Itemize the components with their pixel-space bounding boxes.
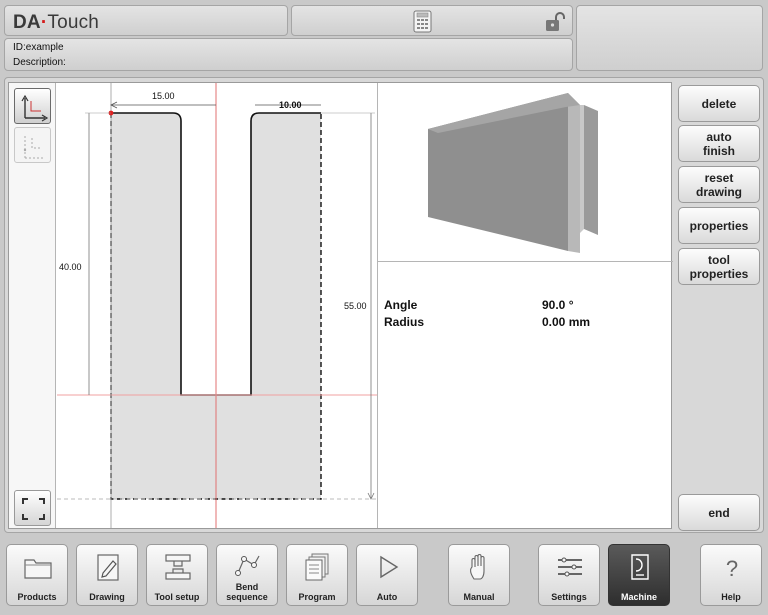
bend-sequence-icon: [235, 555, 260, 576]
status-panel: [291, 5, 573, 36]
dotted-axes-icon: [23, 136, 45, 159]
delete-button[interactable]: delete: [678, 85, 760, 122]
unlocked-padlock-icon[interactable]: [545, 12, 565, 32]
info-panel: [576, 5, 763, 71]
radius-value[interactable]: 0.00 mm: [542, 315, 590, 329]
auto-finish-button[interactable]: auto finish: [678, 125, 760, 162]
bottom-navigation: Products Drawing Tool setup Bend sequenc…: [0, 538, 768, 615]
product-id: ID:example: [13, 42, 64, 53]
origin-tool-button[interactable]: [14, 88, 51, 124]
dim-label-right[interactable]: 55.00: [344, 301, 367, 311]
properties-button[interactable]: properties: [678, 207, 760, 244]
tool-properties-button[interactable]: tool properties: [678, 248, 760, 285]
nav-program-button[interactable]: Program: [286, 544, 348, 606]
origin-axes-icon: [21, 94, 49, 122]
nav-settings-button[interactable]: Settings: [538, 544, 600, 606]
hand-icon: [470, 554, 485, 580]
relative-origin-tool-button[interactable]: [14, 127, 51, 163]
properties-panel: Angle 90.0 ° Radius 0.00 mm: [377, 261, 673, 528]
play-icon: [380, 555, 399, 579]
drawing-pencil-icon: [97, 554, 119, 581]
nav-machine-button[interactable]: Machine: [608, 544, 670, 606]
angle-value[interactable]: 90.0 °: [542, 298, 574, 312]
nav-bend-sequence-button[interactable]: Bend sequence: [216, 544, 278, 606]
end-button[interactable]: end: [678, 494, 760, 531]
dim-label-top-left[interactable]: 15.00: [152, 91, 175, 101]
dim-label-top-right[interactable]: 10.00: [279, 100, 302, 110]
nav-auto-button[interactable]: Auto: [356, 544, 418, 606]
drawing-tools-strip: [9, 83, 56, 528]
program-pages-icon: [305, 553, 329, 581]
nav-products-button[interactable]: Products: [6, 544, 68, 606]
settings-list-icon: [558, 557, 582, 577]
radius-label: Radius: [384, 315, 425, 329]
logo-panel: DA·Touch: [4, 5, 288, 36]
svg-text:?: ?: [726, 556, 738, 581]
reset-drawing-button[interactable]: reset drawing: [678, 166, 760, 203]
calculator-icon[interactable]: [413, 10, 432, 33]
help-question-icon: ?: [726, 556, 738, 581]
da-touch-logo: DA·Touch: [13, 12, 100, 33]
product-id-panel: ID:example Description:: [4, 38, 573, 71]
nav-help-button[interactable]: ? Help: [700, 544, 762, 606]
nav-drawing-button[interactable]: Drawing: [76, 544, 138, 606]
machine-icon: [631, 554, 649, 580]
3d-tool-model: [428, 93, 598, 253]
zoom-fit-button[interactable]: [14, 490, 51, 526]
nav-manual-button[interactable]: Manual: [448, 544, 510, 606]
dim-label-left[interactable]: 40.00: [59, 262, 82, 272]
nav-tool-setup-button[interactable]: Tool setup: [146, 544, 208, 606]
drawing-area: 15.00 10.00 40.00 55.00 Angle 90.0 ° Rad…: [8, 82, 673, 529]
folder-icon: [24, 559, 52, 579]
profile-sketch[interactable]: 15.00 10.00 40.00 55.00: [57, 83, 377, 528]
product-description: Description:: [13, 57, 66, 68]
zoom-fit-icon: [22, 498, 45, 520]
3d-preview: [377, 83, 673, 261]
press-tools-icon: [165, 554, 191, 580]
angle-label: Angle: [384, 298, 418, 312]
